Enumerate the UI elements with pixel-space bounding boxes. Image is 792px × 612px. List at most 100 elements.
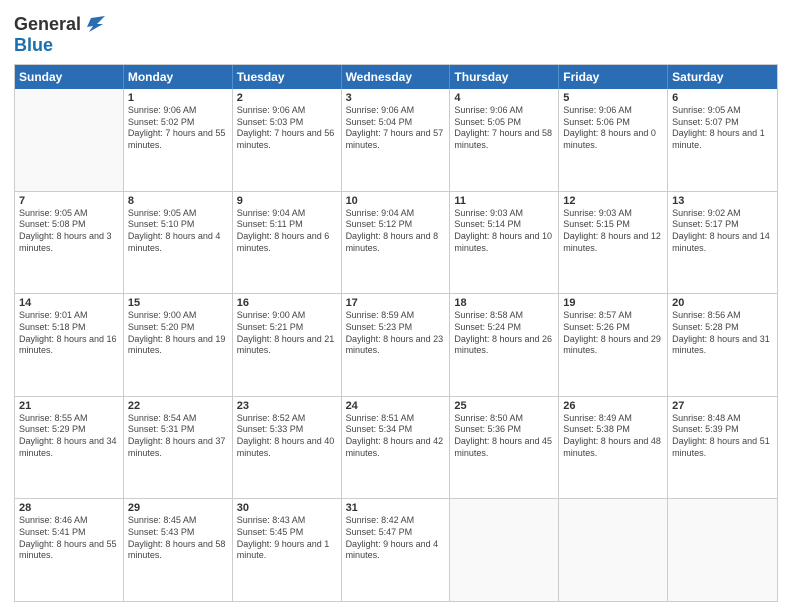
calendar-cell: 19 Sunrise: 8:57 AMSunset: 5:26 PMDaylig… [559, 294, 668, 396]
day-number: 17 [346, 297, 446, 309]
calendar: SundayMondayTuesdayWednesdayThursdayFrid… [14, 64, 778, 602]
cell-details: Sunrise: 8:45 AMSunset: 5:43 PMDaylight:… [128, 515, 226, 560]
day-number: 9 [237, 195, 337, 207]
cell-details: Sunrise: 8:58 AMSunset: 5:24 PMDaylight:… [454, 310, 552, 355]
cell-details: Sunrise: 8:46 AMSunset: 5:41 PMDaylight:… [19, 515, 117, 560]
cell-details: Sunrise: 9:00 AMSunset: 5:21 PMDaylight:… [237, 310, 335, 355]
calendar-cell: 31 Sunrise: 8:42 AMSunset: 5:47 PMDaylig… [342, 499, 451, 601]
cell-details: Sunrise: 8:55 AMSunset: 5:29 PMDaylight:… [19, 413, 117, 458]
calendar-cell [450, 499, 559, 601]
calendar-header: SundayMondayTuesdayWednesdayThursdayFrid… [15, 65, 777, 89]
day-number: 29 [128, 502, 228, 514]
calendar-row: 21 Sunrise: 8:55 AMSunset: 5:29 PMDaylig… [15, 397, 777, 500]
cell-details: Sunrise: 9:01 AMSunset: 5:18 PMDaylight:… [19, 310, 117, 355]
day-number: 25 [454, 400, 554, 412]
cell-details: Sunrise: 9:05 AMSunset: 5:07 PMDaylight:… [672, 105, 765, 150]
day-number: 5 [563, 92, 663, 104]
header: General Blue [14, 10, 778, 56]
logo-general: General [14, 15, 81, 35]
calendar-row: 1 Sunrise: 9:06 AMSunset: 5:02 PMDayligh… [15, 89, 777, 192]
cell-details: Sunrise: 9:00 AMSunset: 5:20 PMDaylight:… [128, 310, 226, 355]
day-number: 3 [346, 92, 446, 104]
calendar-cell: 29 Sunrise: 8:45 AMSunset: 5:43 PMDaylig… [124, 499, 233, 601]
page: General Blue SundayMondayTuesdayWednesda… [0, 0, 792, 612]
cell-details: Sunrise: 9:06 AMSunset: 5:04 PMDaylight:… [346, 105, 444, 150]
weekday-header: Tuesday [233, 65, 342, 89]
calendar-cell: 14 Sunrise: 9:01 AMSunset: 5:18 PMDaylig… [15, 294, 124, 396]
cell-details: Sunrise: 9:06 AMSunset: 5:06 PMDaylight:… [563, 105, 656, 150]
calendar-cell: 1 Sunrise: 9:06 AMSunset: 5:02 PMDayligh… [124, 89, 233, 191]
weekday-header: Friday [559, 65, 668, 89]
day-number: 22 [128, 400, 228, 412]
cell-details: Sunrise: 9:02 AMSunset: 5:17 PMDaylight:… [672, 208, 770, 253]
day-number: 10 [346, 195, 446, 207]
cell-details: Sunrise: 8:48 AMSunset: 5:39 PMDaylight:… [672, 413, 770, 458]
weekday-header: Saturday [668, 65, 777, 89]
day-number: 19 [563, 297, 663, 309]
weekday-header: Monday [124, 65, 233, 89]
day-number: 30 [237, 502, 337, 514]
calendar-row: 28 Sunrise: 8:46 AMSunset: 5:41 PMDaylig… [15, 499, 777, 601]
calendar-cell: 30 Sunrise: 8:43 AMSunset: 5:45 PMDaylig… [233, 499, 342, 601]
cell-details: Sunrise: 8:50 AMSunset: 5:36 PMDaylight:… [454, 413, 552, 458]
day-number: 23 [237, 400, 337, 412]
calendar-row: 7 Sunrise: 9:05 AMSunset: 5:08 PMDayligh… [15, 192, 777, 295]
calendar-cell [15, 89, 124, 191]
cell-details: Sunrise: 9:06 AMSunset: 5:05 PMDaylight:… [454, 105, 552, 150]
calendar-cell: 5 Sunrise: 9:06 AMSunset: 5:06 PMDayligh… [559, 89, 668, 191]
cell-details: Sunrise: 9:04 AMSunset: 5:11 PMDaylight:… [237, 208, 330, 253]
day-number: 4 [454, 92, 554, 104]
day-number: 26 [563, 400, 663, 412]
cell-details: Sunrise: 8:52 AMSunset: 5:33 PMDaylight:… [237, 413, 335, 458]
day-number: 27 [672, 400, 773, 412]
calendar-cell: 10 Sunrise: 9:04 AMSunset: 5:12 PMDaylig… [342, 192, 451, 294]
calendar-cell: 2 Sunrise: 9:06 AMSunset: 5:03 PMDayligh… [233, 89, 342, 191]
cell-details: Sunrise: 8:54 AMSunset: 5:31 PMDaylight:… [128, 413, 226, 458]
calendar-cell: 26 Sunrise: 8:49 AMSunset: 5:38 PMDaylig… [559, 397, 668, 499]
calendar-cell: 21 Sunrise: 8:55 AMSunset: 5:29 PMDaylig… [15, 397, 124, 499]
calendar-cell: 13 Sunrise: 9:02 AMSunset: 5:17 PMDaylig… [668, 192, 777, 294]
cell-details: Sunrise: 9:05 AMSunset: 5:10 PMDaylight:… [128, 208, 221, 253]
cell-details: Sunrise: 9:06 AMSunset: 5:02 PMDaylight:… [128, 105, 226, 150]
day-number: 18 [454, 297, 554, 309]
calendar-cell: 24 Sunrise: 8:51 AMSunset: 5:34 PMDaylig… [342, 397, 451, 499]
day-number: 15 [128, 297, 228, 309]
logo-bird-icon [83, 14, 105, 36]
calendar-cell: 7 Sunrise: 9:05 AMSunset: 5:08 PMDayligh… [15, 192, 124, 294]
cell-details: Sunrise: 8:51 AMSunset: 5:34 PMDaylight:… [346, 413, 444, 458]
calendar-cell: 23 Sunrise: 8:52 AMSunset: 5:33 PMDaylig… [233, 397, 342, 499]
day-number: 24 [346, 400, 446, 412]
day-number: 7 [19, 195, 119, 207]
day-number: 14 [19, 297, 119, 309]
logo-blue: Blue [14, 35, 53, 55]
day-number: 12 [563, 195, 663, 207]
day-number: 2 [237, 92, 337, 104]
cell-details: Sunrise: 8:59 AMSunset: 5:23 PMDaylight:… [346, 310, 444, 355]
calendar-cell: 3 Sunrise: 9:06 AMSunset: 5:04 PMDayligh… [342, 89, 451, 191]
calendar-row: 14 Sunrise: 9:01 AMSunset: 5:18 PMDaylig… [15, 294, 777, 397]
day-number: 16 [237, 297, 337, 309]
cell-details: Sunrise: 8:57 AMSunset: 5:26 PMDaylight:… [563, 310, 661, 355]
cell-details: Sunrise: 8:49 AMSunset: 5:38 PMDaylight:… [563, 413, 661, 458]
day-number: 1 [128, 92, 228, 104]
calendar-cell: 6 Sunrise: 9:05 AMSunset: 5:07 PMDayligh… [668, 89, 777, 191]
cell-details: Sunrise: 9:03 AMSunset: 5:15 PMDaylight:… [563, 208, 661, 253]
calendar-cell: 28 Sunrise: 8:46 AMSunset: 5:41 PMDaylig… [15, 499, 124, 601]
calendar-cell [559, 499, 668, 601]
cell-details: Sunrise: 8:56 AMSunset: 5:28 PMDaylight:… [672, 310, 770, 355]
cell-details: Sunrise: 8:42 AMSunset: 5:47 PMDaylight:… [346, 515, 439, 560]
day-number: 28 [19, 502, 119, 514]
cell-details: Sunrise: 8:43 AMSunset: 5:45 PMDaylight:… [237, 515, 330, 560]
calendar-cell: 16 Sunrise: 9:00 AMSunset: 5:21 PMDaylig… [233, 294, 342, 396]
day-number: 8 [128, 195, 228, 207]
calendar-cell [668, 499, 777, 601]
day-number: 20 [672, 297, 773, 309]
day-number: 21 [19, 400, 119, 412]
calendar-cell: 12 Sunrise: 9:03 AMSunset: 5:15 PMDaylig… [559, 192, 668, 294]
cell-details: Sunrise: 9:05 AMSunset: 5:08 PMDaylight:… [19, 208, 112, 253]
logo: General Blue [14, 14, 105, 56]
cell-details: Sunrise: 9:06 AMSunset: 5:03 PMDaylight:… [237, 105, 335, 150]
calendar-cell: 27 Sunrise: 8:48 AMSunset: 5:39 PMDaylig… [668, 397, 777, 499]
calendar-cell: 20 Sunrise: 8:56 AMSunset: 5:28 PMDaylig… [668, 294, 777, 396]
calendar-cell: 17 Sunrise: 8:59 AMSunset: 5:23 PMDaylig… [342, 294, 451, 396]
